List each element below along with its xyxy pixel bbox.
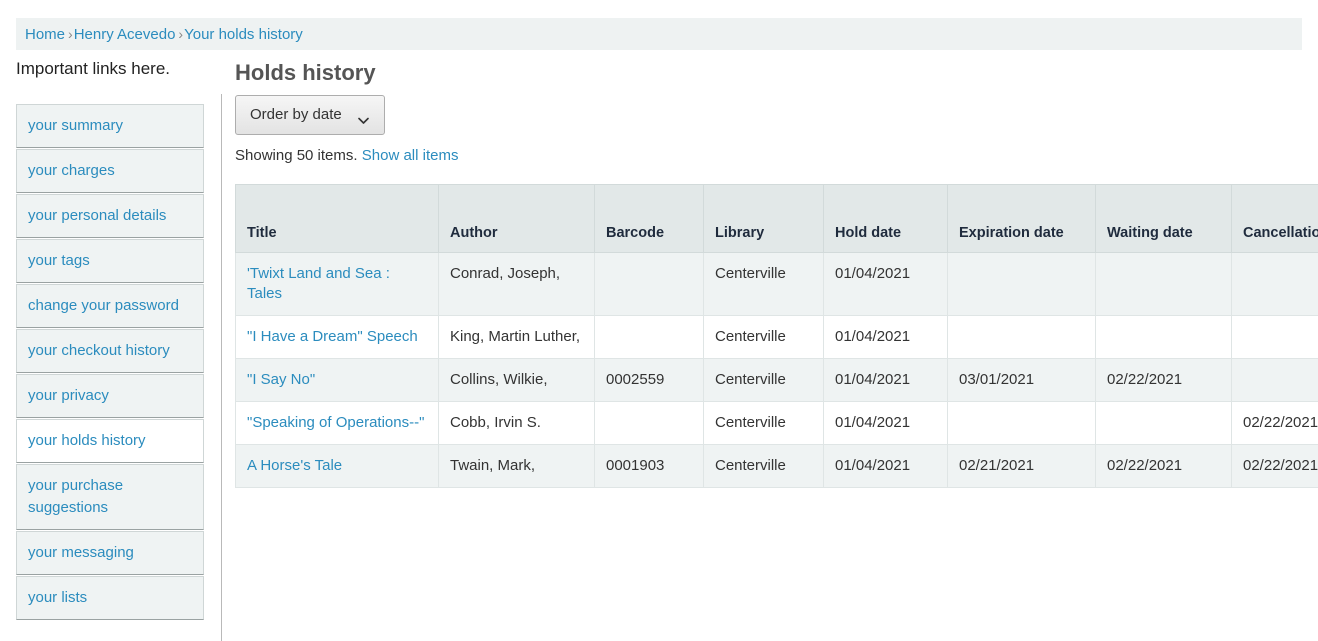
cell-expiration-date <box>948 253 1096 316</box>
cell-title: A Horse's Tale <box>236 445 439 488</box>
column-header-barcode: Barcode <box>595 185 704 253</box>
table-header-row: TitleAuthorBarcodeLibraryHold dateExpira… <box>236 185 1318 253</box>
title-link[interactable]: A Horse's Tale <box>247 457 342 474</box>
cell-waiting-date: 02/22/2021 <box>1096 359 1232 402</box>
cell-expiration-date: 03/01/2021 <box>948 359 1096 402</box>
cell-library: Centerville <box>704 359 824 402</box>
cell-barcode: 0002559 <box>595 359 704 402</box>
sidebar-item-your-summary[interactable]: your summary <box>16 104 204 148</box>
sidebar-item-your-holds-history[interactable]: your holds history <box>16 419 204 463</box>
cell-hold-date: 01/04/2021 <box>824 316 948 359</box>
cell-library: Centerville <box>704 316 824 359</box>
column-header-title: Title <box>236 185 439 253</box>
sidebar-heading: Important links here. <box>0 58 220 80</box>
cell-cancellation-date <box>1232 359 1318 402</box>
show-all-items-link[interactable]: Show all items <box>362 147 459 164</box>
cell-cancellation-date: 02/22/2021 <box>1232 445 1318 488</box>
cell-hold-date: 01/04/2021 <box>824 445 948 488</box>
cell-expiration-date: 02/21/2021 <box>948 445 1096 488</box>
cell-library: Centerville <box>704 445 824 488</box>
cell-cancellation-date: 02/22/2021 <box>1232 402 1318 445</box>
sidebar-item-your-charges[interactable]: your charges <box>16 149 204 193</box>
cell-author: Collins, Wilkie, <box>439 359 595 402</box>
cell-author: Conrad, Joseph, <box>439 253 595 316</box>
order-by-select-wrapper[interactable]: Order by dateOrder by title <box>235 95 385 135</box>
cell-barcode <box>595 402 704 445</box>
showing-count-text: Showing 50 items. <box>235 147 358 164</box>
cell-title: "Speaking of Operations--" <box>236 402 439 445</box>
cell-barcode <box>595 253 704 316</box>
table-row: 'Twixt Land and Sea : Tales Conrad, Josep… <box>236 253 1318 316</box>
sidebar-item-change-your-password[interactable]: change your password <box>16 284 204 328</box>
sidebar-item-your-personal-details[interactable]: your personal details <box>16 194 204 238</box>
showing-items-line: Showing 50 items. Show all items <box>235 145 1302 167</box>
title-link[interactable]: "Speaking of Operations--" <box>247 414 424 431</box>
table-row: "I Have a Dream" Speech King, Martin Luth… <box>236 316 1318 359</box>
title-link[interactable]: 'Twixt Land and Sea : Tales <box>247 265 390 302</box>
table-row: "Speaking of Operations--" Cobb, Irvin S.… <box>236 402 1318 445</box>
breadcrumb-separator: › <box>178 26 183 42</box>
sidebar-link-list: your summaryyour chargesyour personal de… <box>16 94 222 641</box>
holds-history-table: TitleAuthorBarcodeLibraryHold dateExpira… <box>235 184 1318 488</box>
cell-title: 'Twixt Land and Sea : Tales <box>236 253 439 316</box>
breadcrumb: Home›Henry Acevedo›Your holds history <box>16 18 1302 50</box>
table-row: "I Say No" Collins, Wilkie,0002559Centerv… <box>236 359 1318 402</box>
cell-barcode: 0001903 <box>595 445 704 488</box>
cell-title: "I Say No" <box>236 359 439 402</box>
breadcrumb-separator: › <box>68 26 73 42</box>
table-row: A Horse's Tale Twain, Mark,0001903Centerv… <box>236 445 1318 488</box>
page-title: Holds history <box>235 58 1302 95</box>
column-header-hold-date: Hold date <box>824 185 948 253</box>
breadcrumb-item-1[interactable]: Home <box>25 26 65 43</box>
column-header-cancellation-date: Cancellation date <box>1232 185 1318 253</box>
breadcrumb-item-3[interactable]: Your holds history <box>184 26 303 43</box>
column-header-waiting-date: Waiting date <box>1096 185 1232 253</box>
cell-author: Twain, Mark, <box>439 445 595 488</box>
cell-author: King, Martin Luther, <box>439 316 595 359</box>
cell-hold-date: 01/04/2021 <box>824 402 948 445</box>
table-body: 'Twixt Land and Sea : Tales Conrad, Josep… <box>236 253 1318 488</box>
column-header-expiration-date: Expiration date <box>948 185 1096 253</box>
cell-expiration-date <box>948 402 1096 445</box>
sidebar-item-your-purchase-suggestions[interactable]: your purchase suggestions <box>16 464 204 530</box>
cell-hold-date: 01/04/2021 <box>824 253 948 316</box>
order-by-select[interactable]: Order by dateOrder by title <box>235 95 385 135</box>
sidebar-item-your-privacy[interactable]: your privacy <box>16 374 204 418</box>
cell-cancellation-date <box>1232 253 1318 316</box>
sidebar-item-your-tags[interactable]: your tags <box>16 239 204 283</box>
cell-library: Centerville <box>704 402 824 445</box>
table-head: TitleAuthorBarcodeLibraryHold dateExpira… <box>236 185 1318 253</box>
sidebar-item-your-messaging[interactable]: your messaging <box>16 531 204 575</box>
cell-expiration-date <box>948 316 1096 359</box>
cell-hold-date: 01/04/2021 <box>824 359 948 402</box>
cell-waiting-date <box>1096 253 1232 316</box>
sidebar: Important links here. your summaryyour c… <box>0 58 220 641</box>
cell-waiting-date <box>1096 316 1232 359</box>
cell-waiting-date <box>1096 402 1232 445</box>
column-header-library: Library <box>704 185 824 253</box>
cell-barcode <box>595 316 704 359</box>
sidebar-item-your-lists[interactable]: your lists <box>16 576 204 620</box>
title-link[interactable]: "I Say No" <box>247 371 315 388</box>
cell-author: Cobb, Irvin S. <box>439 402 595 445</box>
cell-title: "I Have a Dream" Speech <box>236 316 439 359</box>
cell-waiting-date: 02/22/2021 <box>1096 445 1232 488</box>
title-link[interactable]: "I Have a Dream" Speech <box>247 328 418 345</box>
cell-cancellation-date <box>1232 316 1318 359</box>
breadcrumb-item-2[interactable]: Henry Acevedo <box>74 26 176 43</box>
main-content: Holds history Order by dateOrder by titl… <box>235 58 1302 488</box>
column-header-author: Author <box>439 185 595 253</box>
sidebar-item-your-checkout-history[interactable]: your checkout history <box>16 329 204 373</box>
cell-library: Centerville <box>704 253 824 316</box>
